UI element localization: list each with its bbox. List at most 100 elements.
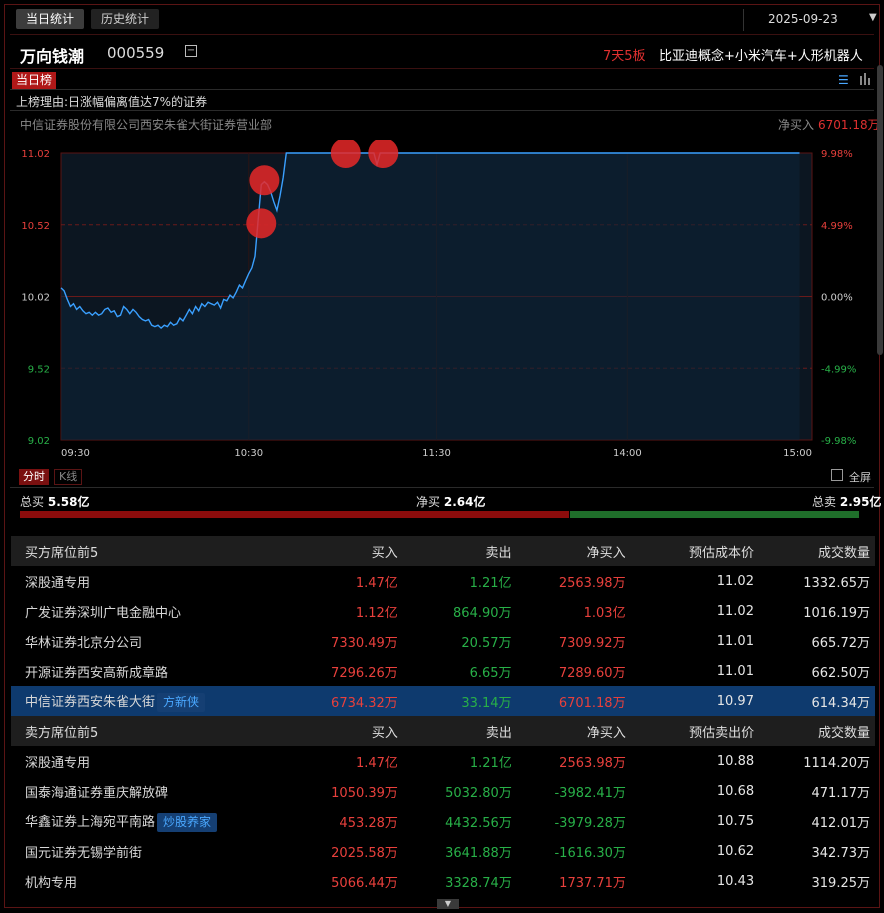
broker-name: 中信证券股份有限公司西安朱雀大街证券营业部 [20,118,273,132]
divider [10,487,874,488]
price: 11.01 [716,633,754,649]
table-row[interactable]: 深股通专用 1.47亿 1.21亿 2563.98万 11.02 1332.65万 [11,566,875,596]
net-amount: 6701.18万 [511,686,626,716]
seat-name-cell: 广发证券深圳广电金融中心 [11,596,253,626]
seat-name-cell: 开源证券西安高新成章路 [11,656,253,686]
price: 11.02 [716,603,754,619]
price: 10.62 [716,843,755,859]
buy-amount: 7296.26万 [331,665,398,681]
y-tick-label: 11.02 [21,149,50,160]
y-tick-label: 9.98% [821,149,853,160]
tab-history-stats[interactable]: 历史统计 [91,9,160,29]
date-picker[interactable]: 2025-09-23 [768,12,838,26]
table-row[interactable]: 国泰海通证券重庆解放碑 1050.39万 5032.80万 -3982.41万 10.6… [11,776,875,806]
price: 10.43 [716,873,755,889]
seat-name: 深股通专用 [25,575,91,591]
chevron-down-icon[interactable]: ▼ [437,899,459,909]
column-header[interactable]: 净买入 [511,716,626,746]
seat-name: 国泰海通证券重庆解放碑 [25,785,169,801]
total-sell-label: 总卖 [812,495,837,509]
divider [743,9,744,31]
sell-amount: 20.57万 [461,635,512,651]
y-tick-label: -4.99% [821,364,856,375]
column-header[interactable]: 买入 [253,536,398,566]
sell-amount: 864.90万 [453,605,512,621]
sell-seats-table: 卖方席位前5 买入 卖出 净买入 预估卖出价 成交数量 深股通专用 1.47亿 1.… [11,716,875,896]
total-buy: 总买 5.58亿 [20,493,89,510]
trade-marker [249,165,280,196]
fullscreen-label[interactable]: 全屏 [849,469,871,485]
buy-amount: 1.12亿 [355,605,398,621]
chevron-down-icon[interactable]: ▼ [869,12,877,23]
y-tick-label: 9.52 [28,364,50,375]
seat-name-cell: 深股通专用 [11,566,253,596]
sell-amount: 6.65万 [469,665,512,681]
seat-name: 广发证券深圳广电金融中心 [25,605,182,621]
quantity: 665.72万 [811,635,871,651]
column-header[interactable]: 卖出 [397,536,512,566]
column-header[interactable]: 预估成本价 [625,536,754,566]
net-amount: 7289.60万 [558,665,626,681]
table-row[interactable]: 机构专用 5066.44万 3328.74万 1737.71万 10.43 319.25万 [11,866,875,896]
net-amount: -3979.28万 [554,815,626,831]
fullscreen-icon[interactable] [831,469,843,481]
net-amount: 2563.98万 [558,575,626,591]
y-tick-label: 10.52 [21,221,50,232]
seat-name-cell: 中信证券西安朱雀大街 方新侠 [11,686,254,716]
table-row[interactable]: 广发证券深圳广电金融中心 1.12亿 864.90万 1.03亿 11.02 1016.1… [11,596,875,626]
price: 10.97 [625,686,754,716]
column-header[interactable]: 成交数量 [754,716,875,746]
sell-amount: 33.14万 [397,686,512,716]
price: 10.68 [716,783,755,799]
net-amount: 7309.92万 [558,635,626,651]
tab-today-stats[interactable]: 当日统计 [16,9,85,29]
stock-name: 万向钱潮 [20,47,85,66]
table-row[interactable]: 中信证券西安朱雀大街 方新侠 6734.32万 33.14万 6701.18万 10.97… [11,686,875,716]
y-tick-label: -9.98% [821,436,856,447]
table-row[interactable]: 国元证券无锡学前街 2025.58万 3641.88万 -1616.30万 10.62 3… [11,836,875,866]
table-row[interactable]: 开源证券西安高新成章路 7296.26万 6.65万 7289.60万 11.01 662… [11,656,875,686]
buy-seats-table: 买方席位前5 买入 卖出 净买入 预估成本价 成交数量 深股通专用 1.47亿 1.… [11,536,875,716]
trader-tag[interactable]: 炒股养家 [157,812,218,832]
net-amount: 2563.98万 [559,755,626,771]
buy-amount: 2025.58万 [331,845,398,861]
table-row[interactable]: 华林证券北京分公司 7330.49万 20.57万 7309.92万 11.01 665.… [11,626,875,656]
column-header[interactable]: 买入 [253,716,398,746]
seat-name: 国元证券无锡学前街 [25,845,143,861]
net-buy-summary-label: 净买 [416,495,441,509]
streak-badge: 7天5板 [603,49,646,64]
collapse-icon[interactable]: − [185,45,197,57]
column-header[interactable]: 预估卖出价 [625,716,755,746]
tab-kline[interactable]: K线 [54,469,83,485]
listing-reason: 上榜理由:日涨幅偏离值达7%的证券 [16,95,208,109]
net-buy-value: 6701.18万 [818,118,880,132]
buy-amount: 5066.44万 [331,875,398,891]
sell-amount: 3641.88万 [445,845,512,861]
net-buy-summary-value: 2.64亿 [443,495,486,509]
x-tick-label: 11:30 [422,448,451,459]
sell-ratio-bar [570,511,859,518]
column-header[interactable]: 卖出 [397,716,512,746]
table-row[interactable]: 深股通专用 1.47亿 1.21亿 2563.98万 10.88 1114.20万 [11,746,875,776]
seat-name-cell: 华林证券北京分公司 [11,626,253,656]
net-buy-label: 净买入 [778,118,815,132]
total-buy-value: 5.58亿 [47,495,90,509]
table-row[interactable]: 华鑫证券上海宛平南路 炒股养家 453.28万 4432.56万 -3979.28万 10… [11,806,875,836]
buy-amount: 6734.32万 [253,686,398,716]
buy-ratio-bar [20,511,569,518]
column-header: 买方席位前5 [11,536,254,566]
table-header: 买方席位前5 买入 卖出 净买入 预估成本价 成交数量 [11,536,875,566]
bar-chart-icon[interactable] [860,71,870,85]
divider [10,34,874,35]
sell-amount: 4432.56万 [445,815,512,831]
list-view-icon[interactable]: ☰ [838,73,849,87]
y-tick-label: 10.02 [21,293,50,304]
column-header[interactable]: 净买入 [511,536,626,566]
column-header[interactable]: 成交数量 [753,536,875,566]
y-tick-label: 4.99% [821,221,853,232]
intraday-chart: 11.02 10.52 10.02 9.52 9.02 9.98% 4.99% 0.00% -… [21,140,856,459]
net-amount: 1737.71万 [559,875,626,891]
trader-tag[interactable]: 方新侠 [157,692,206,712]
price: 11.01 [716,663,754,679]
tab-fenshi[interactable]: 分时 [19,469,49,485]
